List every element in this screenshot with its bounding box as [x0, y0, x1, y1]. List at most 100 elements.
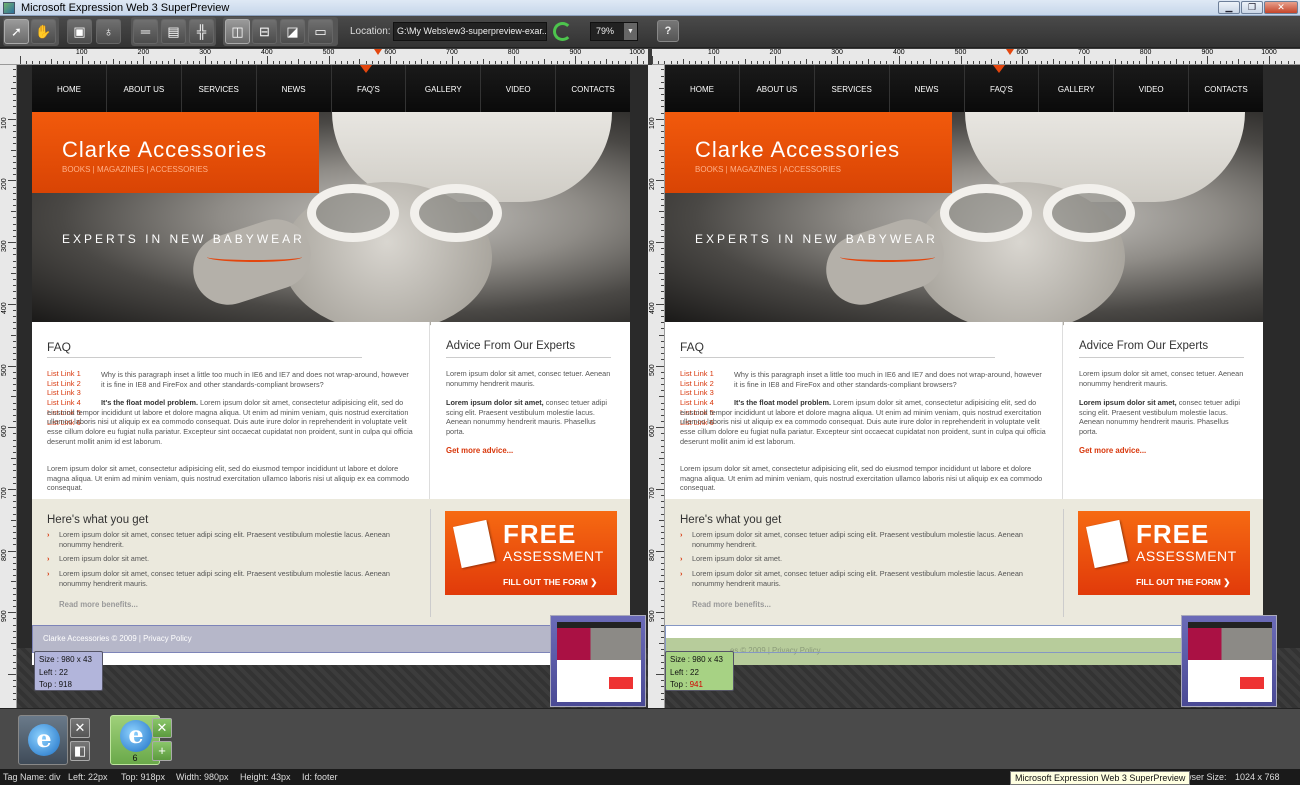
- ruler-tick: [13, 624, 16, 626]
- free-assessment-banner[interactable]: FREE ASSESSMENT FILL OUT THE FORM ❯: [445, 511, 617, 595]
- ruler-tick: [1164, 61, 1166, 64]
- ruler-tick: [1293, 61, 1295, 64]
- baseline-browser-pane[interactable]: HOME ABOUT US SERVICES NEWS FAQ'S GALLER…: [17, 65, 648, 708]
- zoom-select[interactable]: 79% ▼: [590, 22, 638, 41]
- nav-home[interactable]: HOME: [32, 65, 107, 112]
- free-assessment-banner[interactable]: FREE ASSESSMENT FILL OUT THE FORM ❯: [1078, 511, 1250, 595]
- chevron-down-icon[interactable]: ▼: [624, 23, 637, 40]
- advice-more-link[interactable]: Get more advice...: [446, 446, 513, 455]
- pointer-tool-icon[interactable]: ➚: [4, 19, 29, 44]
- nav-gallery[interactable]: GALLERY: [406, 65, 482, 112]
- ruler-tick: [661, 421, 664, 423]
- ruler-tick: [13, 470, 16, 472]
- page-thumbnail-navigator[interactable]: [550, 615, 646, 707]
- ruler-tick: [659, 519, 664, 521]
- ruler-tick: [830, 61, 832, 64]
- nav-services[interactable]: SERVICES: [182, 65, 257, 112]
- horizontal-ruler-right: 100 200 300 400 500 600 700 800 900 1000: [652, 49, 1300, 65]
- faq-link[interactable]: List Link 2: [680, 379, 714, 389]
- hero-sunglasses-right: [1043, 184, 1135, 242]
- footer-privacy-link[interactable]: Privacy Policy: [143, 634, 192, 643]
- nav-news[interactable]: NEWS: [257, 65, 332, 112]
- nav-contacts[interactable]: CONTACTS: [1189, 65, 1263, 112]
- ruler-tick: [13, 655, 16, 657]
- nav-contacts[interactable]: CONTACTS: [556, 65, 630, 112]
- ruler-tick: [13, 618, 16, 620]
- layout-vertical-split-icon[interactable]: ◫: [225, 19, 250, 44]
- ruler-tick: [44, 61, 46, 64]
- benefits-more-link[interactable]: Read more benefits...: [692, 600, 771, 609]
- ruler-tick: [11, 149, 16, 151]
- nav-news[interactable]: NEWS: [890, 65, 965, 112]
- maximize-button[interactable]: ❐: [1241, 1, 1263, 14]
- overlay-icon[interactable]: ▤: [161, 19, 186, 44]
- ruler-tick: [11, 581, 16, 583]
- grid-icon[interactable]: ╬: [189, 19, 214, 44]
- nav-gallery[interactable]: GALLERY: [1039, 65, 1115, 112]
- ruler-tick: [50, 59, 52, 64]
- fill-form-link[interactable]: FILL OUT THE FORM ❯: [503, 577, 597, 588]
- faq-link[interactable]: List Link 3: [47, 388, 81, 398]
- layout-overlay-icon[interactable]: ◪: [280, 19, 305, 44]
- layout-horizontal-split-icon[interactable]: ⊟: [252, 19, 277, 44]
- ruler-tick: [1201, 61, 1203, 64]
- nav-about[interactable]: ABOUT US: [107, 65, 182, 112]
- fill-form-link[interactable]: FILL OUT THE FORM ❯: [1136, 577, 1230, 588]
- ruler-toggle-icon[interactable]: ═: [133, 19, 158, 44]
- hand-tool-icon[interactable]: ✋: [31, 19, 56, 44]
- refresh-icon[interactable]: [553, 22, 572, 41]
- ruler-tick: [661, 433, 664, 435]
- ruler-tick: [1120, 61, 1122, 64]
- page-thumbnail-navigator[interactable]: [1181, 615, 1277, 707]
- info-left: Left : 22: [39, 667, 68, 677]
- nav-about[interactable]: ABOUT US: [740, 65, 815, 112]
- ruler-tick: [800, 61, 802, 64]
- footer-highlight[interactable]: es © 2009 | Privacy Policy: [665, 638, 1263, 665]
- close-button[interactable]: ✕: [1264, 1, 1298, 14]
- ruler-tick: [707, 61, 709, 64]
- split-view-button[interactable]: ◧: [70, 741, 90, 761]
- status-id: Id: footer: [302, 772, 338, 782]
- nav-home[interactable]: HOME: [665, 65, 740, 112]
- nav-services[interactable]: SERVICES: [815, 65, 890, 112]
- site-nav: HOME ABOUT US SERVICES NEWS FAQ'S GALLER…: [665, 65, 1263, 112]
- benefits-more-link[interactable]: Read more benefits...: [59, 600, 138, 609]
- ruler-tick: [11, 334, 16, 336]
- ruler-tick: [13, 680, 16, 682]
- ruler-tick: [1231, 61, 1233, 64]
- info-tool-icon[interactable]: ♁: [96, 19, 121, 44]
- faq-link[interactable]: List Link 1: [680, 369, 714, 379]
- faq-link[interactable]: List Link 2: [47, 379, 81, 389]
- remove-browser-button[interactable]: ✕: [70, 718, 90, 738]
- remove-browser-button[interactable]: ✕: [152, 718, 172, 738]
- browser-size-value: 1024 x 768: [1235, 772, 1280, 782]
- location-input[interactable]: G:\My Webs\ew3-superpreview-exar...: [393, 22, 547, 41]
- info-top-value: 941: [689, 680, 703, 689]
- ruler-tick: [1157, 61, 1159, 64]
- help-icon[interactable]: ?: [657, 20, 679, 42]
- minimize-button[interactable]: ▁: [1218, 1, 1240, 14]
- ruler-tick: [661, 168, 664, 170]
- benefits-section: Here's what you get Lorem ipsum dolor si…: [32, 499, 630, 625]
- add-browser-button[interactable]: +: [152, 741, 172, 761]
- faq-link[interactable]: List Link 3: [680, 388, 714, 398]
- ruler-tick: [217, 61, 219, 64]
- advice-more-link[interactable]: Get more advice...: [1079, 446, 1146, 455]
- dom-highlight-icon[interactable]: ▣: [67, 19, 92, 44]
- nav-video[interactable]: VIDEO: [1114, 65, 1190, 112]
- ruler-tick: [13, 402, 16, 404]
- ruler-tick: [661, 439, 664, 441]
- browser-ie-baseline[interactable]: e: [18, 715, 68, 765]
- info-size: Size : 980 x 43: [670, 655, 723, 664]
- ruler-tick: [13, 464, 16, 466]
- layout-single-icon[interactable]: ▭: [308, 19, 333, 44]
- ruler-tick: [769, 61, 771, 64]
- comparison-browser-pane[interactable]: HOME ABOUT US SERVICES NEWS FAQ'S GALLER…: [665, 65, 1300, 708]
- ruler-tick: [824, 61, 826, 64]
- ruler-tick: [661, 525, 664, 527]
- footer-highlight[interactable]: Clarke Accessories © 2009 | Privacy Poli…: [32, 625, 630, 653]
- nav-video[interactable]: VIDEO: [481, 65, 557, 112]
- ruler-tick: [13, 476, 16, 478]
- faq-link[interactable]: List Link 1: [47, 369, 81, 379]
- ruler-tick: [661, 698, 664, 700]
